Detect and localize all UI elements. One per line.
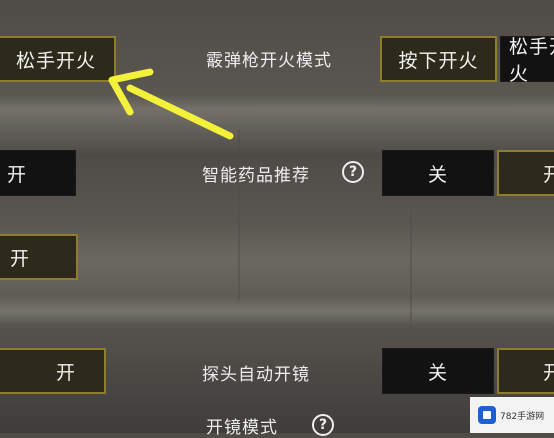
watermark: 782手游网 bbox=[470, 397, 554, 433]
logo-icon bbox=[478, 406, 496, 424]
annotation-arrow-icon bbox=[108, 68, 234, 140]
watermark-text: 782手游网 bbox=[500, 411, 545, 422]
